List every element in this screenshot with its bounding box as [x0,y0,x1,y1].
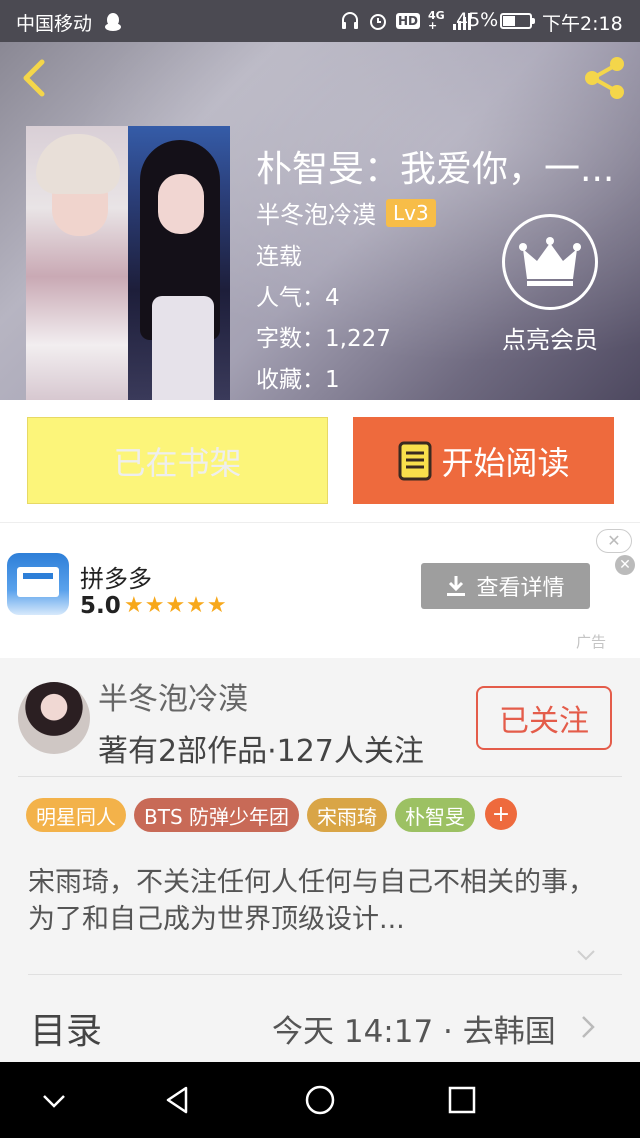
avatar[interactable] [18,682,90,754]
alarm-icon [370,14,386,30]
vip-label: 点亮会员 [502,326,598,354]
tag-item[interactable]: BTS 防弹少年团 [134,798,299,832]
qq-penguin-icon [105,13,121,31]
system-icons: HD 4G + [340,9,473,32]
book-cover-image[interactable] [26,126,230,400]
followed-button[interactable]: 已关注 [476,686,612,750]
carrier-label: 中国移动 [16,13,93,35]
network-type: 4G + [428,9,445,32]
chevron-down-icon[interactable] [576,948,596,962]
share-icon[interactable] [580,54,628,102]
vip-membership-button[interactable]: 点亮会员 [494,214,606,355]
popularity-count: 人气：4 [256,285,340,311]
back-triangle-icon[interactable] [158,1080,198,1120]
back-arrow-icon[interactable] [14,56,54,100]
start-reading-label: 开始阅读 [441,443,570,482]
book-icon [398,441,432,480]
author-section: 半冬泡冷漠 著有2部作品·127人关注 已关注 明星同人 BTS 防弹少年团 宋… [0,658,640,1062]
serial-status: 连载 [256,244,302,270]
ad-label: 广告 [576,633,607,651]
view-details-button[interactable]: 查看详情 [421,563,590,609]
download-icon [447,576,466,596]
divider [18,776,622,777]
add-tag-button[interactable]: + [485,798,517,830]
table-of-contents-label[interactable]: 目录 [30,1002,102,1054]
on-shelf-button[interactable]: 已在书架 [27,417,328,504]
system-nav-bar [0,1062,640,1138]
chevron-down-icon[interactable] [34,1080,74,1120]
chevron-right-icon[interactable] [580,1014,596,1040]
ad-close-button[interactable]: ✕ [596,529,632,553]
app-icon [7,553,69,615]
favorites-count: 收藏：1 [256,367,340,393]
book-title: 朴智旻：我爱你，一... [256,149,615,190]
rating-stars-icon: ★★★★★ [124,593,228,618]
hd-badge: HD [396,13,421,29]
author-name[interactable]: 半冬泡冷漠 [256,195,376,230]
clock: 下午2:18 [542,13,623,35]
tag-item[interactable]: 朴智旻 [395,798,475,832]
crown-icon [502,214,598,310]
divider [28,974,622,975]
view-details-label: 查看详情 [476,576,565,601]
author-card-name[interactable]: 半冬泡冷漠 [98,674,248,718]
word-count: 字数：1,227 [256,326,391,352]
ad-rating: 5.0 [80,593,121,619]
battery-icon [500,13,535,29]
recents-square-icon[interactable] [442,1080,482,1120]
latest-chapter[interactable]: 今天 14:17 · 去韩国 [272,1006,556,1051]
ad-dismiss-icon[interactable]: ✕ [615,555,635,575]
home-circle-icon[interactable] [300,1080,340,1120]
tag-item[interactable]: 宋雨琦 [307,798,387,832]
action-bar: 已在书架 开始阅读 [0,400,640,522]
on-shelf-label: 已在书架 [113,443,242,482]
author-stats: 著有2部作品·127人关注 [98,734,424,769]
book-header: 朴智旻：我爱你，一... 半冬泡冷漠 Lv3 连载 人气：4 字数：1,227 … [0,42,640,400]
battery-percent: 45% [456,9,499,31]
start-reading-button[interactable]: 开始阅读 [353,417,614,504]
advertisement-banner[interactable]: 拼多多 5.0 ★★★★★ 查看详情 ✕ ✕ 广告 [0,522,640,658]
tag-list: 明星同人 BTS 防弹少年团 宋雨琦 朴智旻 + [26,798,517,832]
headphones-icon [342,12,358,29]
book-description[interactable]: 宋雨琦，不关注任何人任何与自己不相关的事，为了和自己成为世界顶级设计... [28,864,618,938]
status-bar: 中国移动 HD 4G + 45% 下午2:18 [0,0,640,42]
ad-app-name: 拼多多 [80,565,152,593]
tag-item[interactable]: 明星同人 [26,798,126,832]
author-row: 半冬泡冷漠 Lv3 [256,195,436,230]
level-badge: Lv3 [386,198,436,227]
